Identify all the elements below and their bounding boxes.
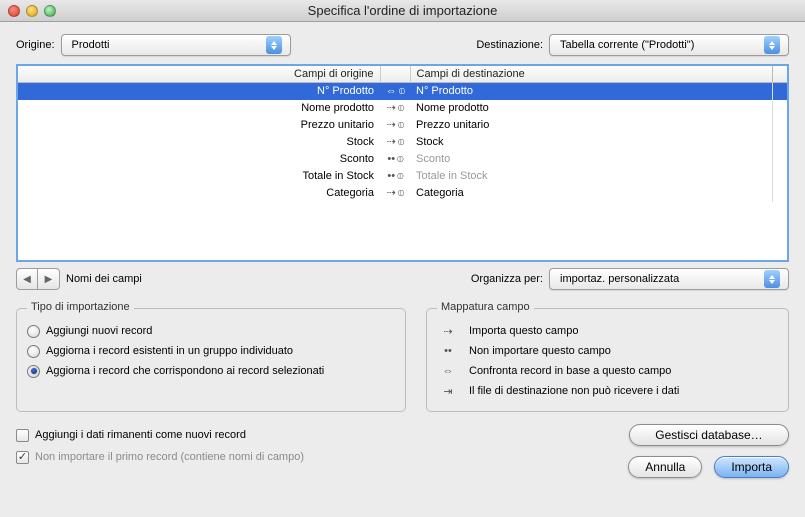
scroll-gutter — [772, 168, 787, 185]
legend-label: Importa questo campo — [469, 325, 578, 337]
glyph-column-header — [381, 66, 411, 83]
scroll-gutter — [772, 83, 787, 100]
import-type-group: Tipo di importazione Aggiungi nuovi reco… — [16, 308, 406, 412]
import-button[interactable]: Importa — [714, 456, 789, 478]
record-stepper: ◀ ▶ — [16, 268, 60, 290]
dest-field: Categoria — [410, 185, 772, 202]
mapping-legend-item: ⇢ Importa questo campo — [437, 321, 778, 341]
scrollbar-header — [772, 66, 787, 83]
dest-column-header[interactable]: Campi di destinazione — [411, 66, 773, 83]
mapping-legend-title: Mappatura campo — [437, 301, 534, 313]
prev-record-button[interactable]: ◀ — [16, 268, 38, 290]
legend-label: Il file di destinazione non può ricevere… — [469, 385, 679, 397]
mapping-legend-item: ⇥ Il file di destinazione non può ricever… — [437, 381, 778, 401]
import-type-option[interactable]: Aggiorna i record che corrispondono ai r… — [27, 361, 395, 381]
dest-select[interactable]: Tabella corrente ("Prodotti") — [549, 34, 789, 56]
origin-select[interactable]: Prodotti — [61, 34, 291, 56]
mapping-header: Campi di origine Campi di destinazione — [18, 66, 787, 83]
source-field: Nome prodotto — [18, 100, 380, 117]
source-column-header[interactable]: Campi di origine — [18, 66, 381, 83]
scroll-gutter — [772, 100, 787, 117]
dropdown-arrows-icon — [764, 36, 780, 54]
source-field: Sconto — [18, 151, 380, 168]
mapping-legend-item: •• Non importare questo campo — [437, 341, 778, 361]
dest-field: Prezzo unitario — [410, 117, 772, 134]
add-remaining-checkbox[interactable] — [16, 429, 29, 442]
field-mapping-list[interactable]: Campi di origine Campi di destinazione N… — [16, 64, 789, 262]
mapping-glyph-icon[interactable]: ⇢⦶ — [380, 117, 410, 134]
mapping-glyph-icon[interactable]: ⇢⦶ — [380, 185, 410, 202]
mapping-legend-group: Mappatura campo ⇢Importa questo campo••N… — [426, 308, 789, 412]
mapping-glyph-icon[interactable]: ⇔⦶ — [380, 83, 410, 100]
source-field: Prezzo unitario — [18, 117, 380, 134]
legend-label: Confronta record in base a questo campo — [469, 365, 671, 377]
organize-value: importaz. personalizzata — [560, 273, 679, 285]
mapping-row[interactable]: Nome prodotto⇢⦶Nome prodotto — [18, 100, 787, 117]
organize-label: Organizza per: — [471, 273, 543, 285]
import-type-option[interactable]: Aggiungi nuovi record — [27, 321, 395, 341]
radio-icon — [27, 325, 40, 338]
legend-label: Non importare questo campo — [469, 345, 611, 357]
scroll-gutter — [772, 151, 787, 168]
zoom-icon[interactable] — [44, 5, 56, 17]
minimize-icon[interactable] — [26, 5, 38, 17]
dest-field: N° Prodotto — [410, 83, 772, 100]
mapping-glyph-icon[interactable]: ⇢⦶ — [380, 134, 410, 151]
mapping-legend-item: ⇔ Confronta record in base a questo campo — [437, 361, 778, 381]
scroll-gutter — [772, 117, 787, 134]
import-type-label: Aggiorna i record che corrispondono ai r… — [46, 365, 324, 377]
source-field: N° Prodotto — [18, 83, 380, 100]
mapping-row[interactable]: Prezzo unitario⇢⦶Prezzo unitario — [18, 117, 787, 134]
mapping-row[interactable]: Stock⇢⦶Stock — [18, 134, 787, 151]
scroll-gutter — [772, 134, 787, 151]
dest-field: Nome prodotto — [410, 100, 772, 117]
skip-first-checkbox: ✓ — [16, 451, 29, 464]
source-field: Stock — [18, 134, 380, 151]
import-type-option[interactable]: Aggiorna i record esistenti in un gruppo… — [27, 341, 395, 361]
mapping-row[interactable]: N° Prodotto⇔⦶N° Prodotto — [18, 83, 787, 100]
mapping-row[interactable]: Categoria⇢⦶Categoria — [18, 185, 787, 202]
dest-field: Stock — [410, 134, 772, 151]
import-type-label: Aggiorna i record esistenti in un gruppo… — [46, 345, 293, 357]
close-icon[interactable] — [8, 5, 20, 17]
field-names-label: Nomi dei campi — [66, 273, 142, 285]
radio-icon — [27, 365, 40, 378]
source-field: Totale in Stock — [18, 168, 380, 185]
mapping-row[interactable]: Totale in Stock••⦶Totale in Stock — [18, 168, 787, 185]
mapping-glyph-icon[interactable]: ⇢⦶ — [380, 100, 410, 117]
import-type-legend: Tipo di importazione — [27, 301, 134, 313]
add-remaining-label: Aggiungi i dati rimanenti come nuovi rec… — [35, 429, 246, 441]
manage-database-button[interactable]: Gestisci database… — [629, 424, 789, 446]
mapping-glyph-icon[interactable]: ••⦶ — [380, 168, 410, 185]
mapping-glyph-icon[interactable]: ••⦶ — [380, 151, 410, 168]
dropdown-arrows-icon — [266, 36, 282, 54]
cancel-button[interactable]: Annulla — [628, 456, 702, 478]
origin-value: Prodotti — [72, 39, 110, 51]
traffic-lights — [8, 5, 56, 17]
dest-field: Sconto — [410, 151, 772, 168]
scroll-gutter — [772, 185, 787, 202]
legend-glyph-icon: ⇔ — [437, 365, 459, 377]
dest-label: Destinazione: — [476, 39, 543, 51]
next-record-button[interactable]: ▶ — [38, 268, 60, 290]
origin-label: Origine: — [16, 39, 55, 51]
legend-glyph-icon: ⇢ — [437, 325, 459, 338]
dest-field: Totale in Stock — [410, 168, 772, 185]
skip-first-label: Non importare il primo record (contiene … — [35, 451, 304, 463]
radio-icon — [27, 345, 40, 358]
source-field: Categoria — [18, 185, 380, 202]
window-title: Specifica l'ordine di importazione — [0, 3, 805, 18]
organize-select[interactable]: importaz. personalizzata — [549, 268, 789, 290]
import-type-label: Aggiungi nuovi record — [46, 325, 152, 337]
mapping-row[interactable]: Sconto••⦶Sconto — [18, 151, 787, 168]
dest-value: Tabella corrente ("Prodotti") — [560, 39, 694, 51]
legend-glyph-icon: ⇥ — [437, 385, 459, 398]
window-titlebar: Specifica l'ordine di importazione — [0, 0, 805, 22]
legend-glyph-icon: •• — [437, 345, 459, 357]
dropdown-arrows-icon — [764, 270, 780, 288]
